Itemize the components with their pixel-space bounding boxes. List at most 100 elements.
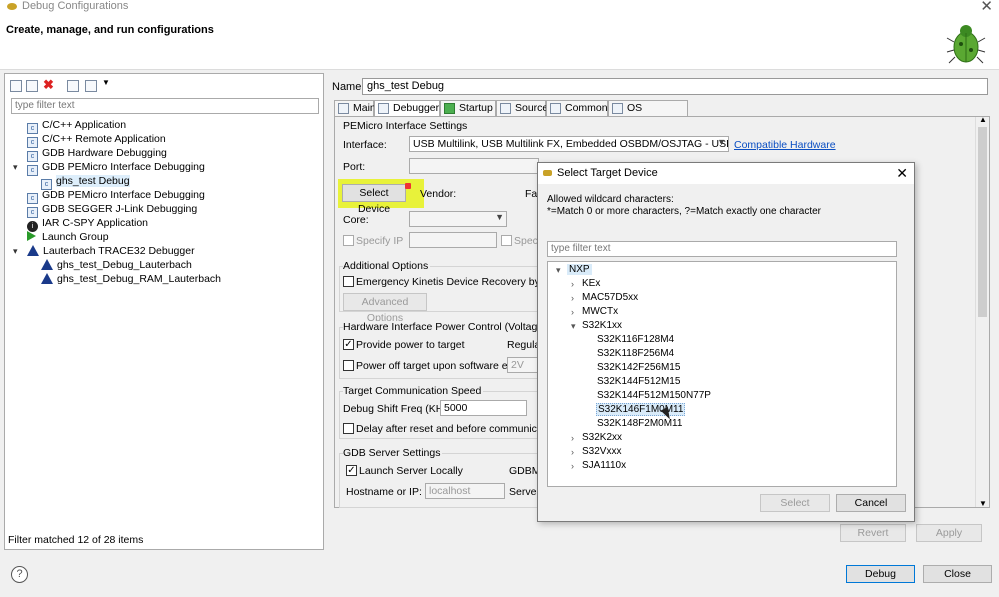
additional-options-title: Additional Options	[343, 260, 431, 272]
expand-chevron-icon[interactable]: ▾	[556, 263, 561, 277]
select-device-button[interactable]: Select Device	[342, 184, 406, 215]
device-tree-item[interactable]: › KEx	[571, 277, 600, 291]
gdb-server-title: GDB Server Settings	[343, 447, 443, 459]
triangle-icon	[41, 259, 53, 270]
tab-common[interactable]: Common	[546, 100, 608, 116]
close-button[interactable]: Close	[923, 565, 992, 583]
collapsed-chevron-icon[interactable]: ›	[571, 431, 574, 445]
collapsed-chevron-icon[interactable]: ›	[571, 445, 574, 459]
device-tree-item[interactable]: › S32Vxxx	[571, 445, 621, 459]
device-tree-item[interactable]: S32K116F128M4	[597, 333, 674, 347]
device-tree-item[interactable]: › SJA1110x	[571, 459, 626, 473]
core-select[interactable]: ▼	[409, 211, 507, 227]
expand-chevron-icon[interactable]: ▾	[571, 319, 576, 333]
window-close-icon[interactable]: ✕	[980, 0, 993, 15]
device-tree-item[interactable]: S32K142F256M15	[597, 361, 680, 375]
launch-icon	[27, 231, 36, 241]
cancel-button[interactable]: Cancel	[836, 494, 906, 512]
triangle-icon	[41, 273, 53, 284]
tree-item-selected[interactable]: c ghs_test Debug	[41, 174, 130, 190]
collapsed-chevron-icon[interactable]: ›	[571, 277, 574, 291]
device-tree-item[interactable]: › MAC57D5xx	[571, 291, 638, 305]
tree-item[interactable]: c GDB PEMicro Interface Debugging	[27, 188, 205, 204]
device-tree-item[interactable]: S32K144F512M150N77P	[597, 389, 711, 403]
device-tree-item[interactable]: ▾ NXP	[556, 263, 592, 277]
comm-speed-title: Target Communication Speed	[343, 385, 484, 397]
delete-icon[interactable]: ✖	[43, 77, 54, 93]
debug-button[interactable]: Debug	[846, 565, 915, 583]
power-off-checkbox[interactable]	[343, 360, 354, 371]
tree-item[interactable]: ghs_test_Debug_RAM_Lauterbach	[41, 272, 221, 286]
device-tree-item[interactable]: S32K144F512M15	[597, 375, 680, 389]
device-tree-item[interactable]: › S32K2xx	[571, 431, 622, 445]
specify-ip-checkbox[interactable]	[343, 235, 354, 246]
select-button[interactable]: Select	[760, 494, 830, 512]
device-tree-item[interactable]: › MWCTx	[571, 305, 618, 319]
tab-startup[interactable]: Startup	[440, 100, 496, 116]
hostname-input[interactable]: localhost	[425, 483, 505, 499]
vendor-label: Vendor:	[420, 188, 457, 200]
port-label: Port:	[343, 161, 366, 173]
ip-input[interactable]	[409, 232, 497, 248]
collapsed-chevron-icon[interactable]: ›	[571, 291, 574, 305]
tree-item[interactable]: c GDB Hardware Debugging	[27, 146, 167, 162]
triangle-icon	[27, 245, 39, 256]
expand-chevron-icon[interactable]: ▾	[13, 244, 18, 258]
interface-select[interactable]: USB Multilink, USB Multilink FX, Embedde…	[409, 136, 729, 152]
collapse-all-icon[interactable]	[67, 80, 79, 92]
collapsed-chevron-icon[interactable]: ›	[571, 305, 574, 319]
scrollbar-thumb[interactable]	[978, 127, 987, 317]
wildcard-description: Allowed wildcard characters: *=Match 0 o…	[547, 194, 822, 217]
power-off-voltage-select[interactable]: 2V	[507, 357, 539, 373]
filter-menu-chevron-icon[interactable]: ▼	[102, 78, 110, 87]
expand-chevron-icon[interactable]: ▾	[13, 160, 18, 174]
tree-item[interactable]: c GDB SEGGER J-Link Debugging	[27, 202, 197, 218]
launch-locally-checkbox[interactable]: ✓	[346, 465, 357, 476]
collapsed-chevron-icon[interactable]: ›	[571, 459, 574, 473]
delay-after-reset-checkbox[interactable]	[343, 423, 354, 434]
tab-source[interactable]: Source	[496, 100, 548, 116]
advanced-options-button[interactable]: Advanced Options	[343, 293, 427, 324]
eclipse-icon	[543, 170, 552, 176]
filter-icon[interactable]	[85, 80, 97, 92]
error-marker-icon	[405, 183, 411, 189]
chevron-down-icon: ▼	[717, 137, 726, 147]
tree-item[interactable]: ghs_test_Debug_Lauterbach	[41, 258, 192, 272]
tab-main[interactable]: Main	[334, 100, 376, 116]
dialog-title: Select Target Device	[557, 167, 658, 179]
window-title: Debug Configurations	[22, 0, 129, 12]
common-tab-icon	[550, 103, 561, 114]
duplicate-icon[interactable]	[26, 80, 38, 92]
specify-port-checkbox[interactable]	[501, 235, 512, 246]
tree-item[interactable]: ▾ c GDB PEMicro Interface Debugging	[13, 160, 205, 176]
tree-item[interactable]: Launch Group	[27, 230, 109, 244]
device-tree-item[interactable]: S32K118F256M4	[597, 347, 674, 361]
revert-button[interactable]: Revert	[840, 524, 906, 542]
scroll-up-icon[interactable]: ▲	[979, 115, 987, 124]
tab-debugger[interactable]: Debugger	[374, 100, 440, 117]
device-filter-input[interactable]: type filter text	[547, 241, 897, 257]
scroll-down-icon[interactable]: ▼	[979, 499, 987, 508]
compatible-hardware-link[interactable]: Compatible Hardware	[734, 139, 836, 151]
shift-freq-input[interactable]: 5000	[440, 400, 527, 416]
help-icon[interactable]: ?	[11, 566, 28, 583]
new-config-icon[interactable]	[10, 80, 22, 92]
config-filter-input[interactable]: type filter text	[11, 98, 319, 114]
provide-power-label: Provide power to target	[356, 339, 465, 351]
provide-power-checkbox[interactable]: ✓	[343, 339, 354, 350]
name-input[interactable]: ghs_test Debug	[362, 78, 988, 95]
dialog-close-icon[interactable]: ✕	[896, 163, 908, 183]
chevron-down-icon: ▼	[495, 212, 504, 222]
emergency-recovery-checkbox[interactable]	[343, 276, 354, 287]
device-tree-item[interactable]: ▾ S32K1xx	[571, 319, 622, 333]
apply-button[interactable]: Apply	[916, 524, 982, 542]
port-select[interactable]	[409, 158, 539, 174]
tree-item[interactable]: c C/C++ Remote Application	[27, 132, 166, 148]
tree-item[interactable]: c C/C++ Application	[27, 118, 126, 134]
tab-os-awareness[interactable]: OS Awareness	[608, 100, 688, 128]
tree-item[interactable]: ▾ Lauterbach TRACE32 Debugger	[13, 244, 195, 258]
tree-item[interactable]: i IAR C-SPY Application	[27, 216, 148, 232]
launch-locally-label: Launch Server Locally	[359, 465, 463, 477]
settings-scrollbar[interactable]: ▲ ▼	[975, 115, 989, 508]
gdb-server-group	[339, 453, 539, 508]
